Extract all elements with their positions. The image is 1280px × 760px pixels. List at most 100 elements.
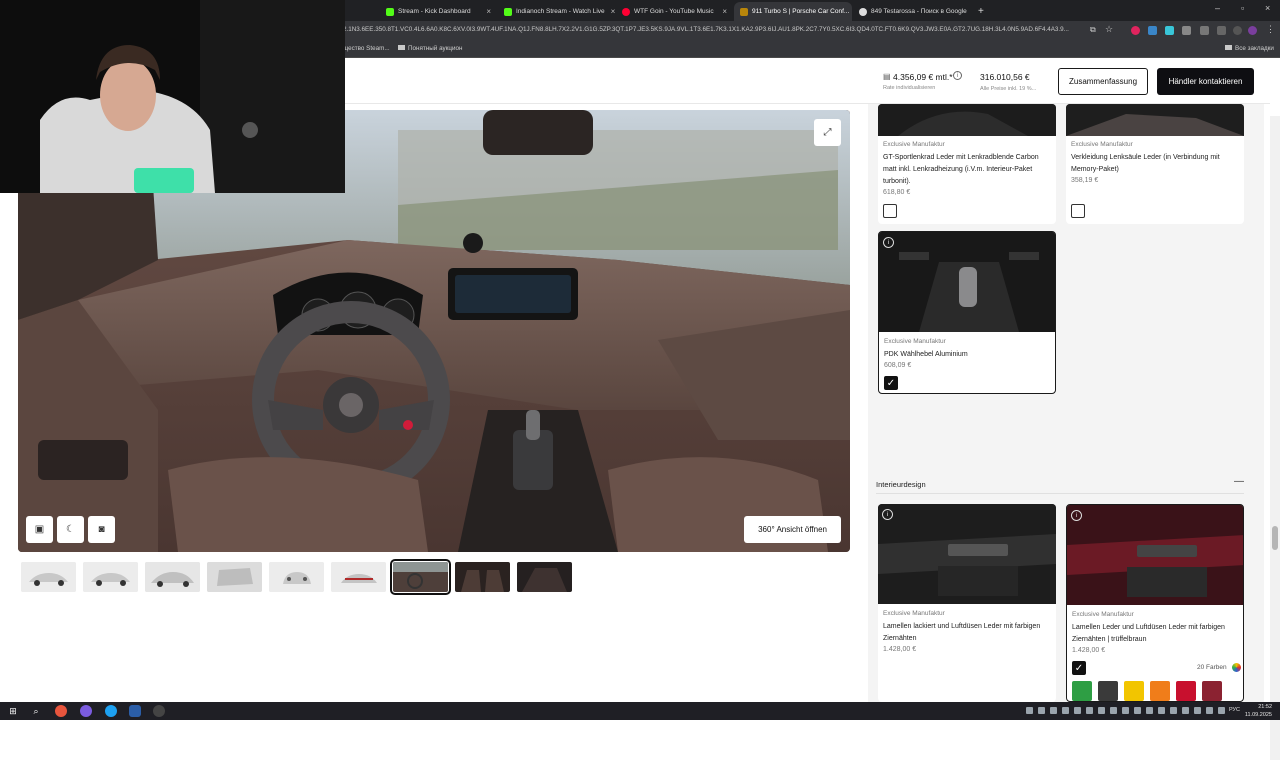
menu-icon[interactable]: ⋮ [1266,24,1275,35]
tray-icon[interactable] [1086,707,1093,714]
contact-dealer-button[interactable]: Händler kontaktieren [1157,68,1254,95]
thumbnail-exterior-2[interactable] [83,562,138,592]
interior-rear-image [517,562,572,592]
tab-indianoch-stream[interactable]: Indianoch Stream - Watch Live × [498,2,615,21]
star-icon[interactable]: ☆ [1105,24,1113,35]
thumbnail-exterior-5[interactable] [269,562,324,592]
expand-icon: ⤢ [823,127,832,138]
wifi-icon[interactable] [1194,707,1201,714]
scrollbar-thumb[interactable] [1272,526,1278,550]
obs-icon[interactable] [153,705,165,717]
night-mode-button[interactable]: ☾ [57,516,84,543]
tab-porsche-configurator[interactable]: 911 Turbo S | Porsche Car Conf... × [734,2,852,21]
close-icon[interactable]: × [849,7,852,16]
thumbnail-exterior-4[interactable] [207,562,262,592]
thumbnail-exterior-1[interactable] [21,562,76,592]
thumbnail-exterior-6[interactable] [331,562,386,592]
open-360-view-button[interactable]: 360° Ansicht öffnen [744,516,841,543]
option-checkbox[interactable] [1071,204,1085,218]
option-price: 618,80 € [883,189,911,196]
color-swatch[interactable] [1202,681,1222,701]
language-indicator[interactable]: РУС [1229,707,1240,713]
app-icon[interactable] [80,705,92,717]
page-scrollbar[interactable] [1270,116,1280,760]
info-icon[interactable]: i [1071,510,1082,521]
tray-icon[interactable] [1158,707,1165,714]
close-icon[interactable]: × [967,7,970,16]
option-card-lamellen-leder[interactable]: i Exclusive Manufaktur Lamellen Leder un… [1066,504,1244,702]
collapse-icon[interactable]: — [1234,476,1244,487]
color-swatch[interactable] [1150,681,1170,701]
tray-icon[interactable] [1110,707,1117,714]
tab-youtube-music[interactable]: WTF Goin - YouTube Music × [616,2,733,21]
fullscreen-button[interactable]: ⤢ [814,119,841,146]
extension-icon[interactable] [1182,26,1191,35]
search-icon[interactable]: ⌕ [30,705,42,717]
tray-icon[interactable] [1146,707,1153,714]
color-swatch[interactable] [1098,681,1118,701]
minimize-icon[interactable]: – [1215,3,1220,13]
info-icon[interactable]: i [953,71,962,80]
close-icon[interactable]: × [605,7,615,16]
tray-icon[interactable] [1038,707,1045,714]
window-close-icon[interactable]: × [1265,3,1270,13]
extension-icon[interactable] [1165,26,1174,35]
tray-icon[interactable] [1050,707,1057,714]
url-field[interactable]: 2.1N3.6EE.350.8T1.VC0.4L6.6A0.K8C.6XV.0I… [343,26,1083,33]
thumbnail-interior-1[interactable] [390,559,451,595]
bookmark-auction[interactable]: Понятный аукцион [398,45,463,52]
tray-icon[interactable] [1122,707,1129,714]
rate-link[interactable]: Rate individualisieren [883,85,935,91]
clock[interactable]: 21:52 11.09.2025 [1245,703,1272,719]
bookmark-steam[interactable]: щество Steam... [343,45,390,52]
new-tab-button[interactable]: + [972,2,988,21]
tray-icon[interactable] [1170,707,1177,714]
info-icon[interactable]: i [883,237,894,248]
option-checkbox[interactable] [883,204,897,218]
option-card-steering-wheel[interactable]: Exclusive Manufaktur GT-Sportlenkrad Led… [878,104,1056,224]
camera-button[interactable]: ◙ [88,516,115,543]
thumbnail-exterior-3[interactable] [145,562,200,592]
close-icon[interactable]: × [716,7,727,16]
option-checkbox-checked[interactable]: ✓ [1072,661,1086,675]
bookmark-label: Все закладки [1235,45,1274,52]
tab-kick-dashboard[interactable]: Stream - Kick Dashboard × [380,2,497,21]
tray-icon[interactable] [1074,707,1081,714]
tab-google-search[interactable]: 849 Testarossa - Поиск в Google × [853,2,970,21]
windows-start-icon[interactable]: ⊞ [7,705,19,717]
summary-button[interactable]: Zusammenfassung [1058,68,1148,95]
tray-icon[interactable] [1134,707,1141,714]
maximize-icon[interactable]: ▫ [1241,3,1244,13]
thumbnail-interior-2[interactable] [455,562,510,592]
color-swatch[interactable] [1072,681,1092,701]
interior-dashboard-image [393,562,448,592]
tray-icon[interactable] [1026,707,1033,714]
tray-icon[interactable] [1098,707,1105,714]
color-wheel-icon[interactable] [1232,663,1241,672]
option-card-steering-column[interactable]: Exclusive Manufaktur Verkleidung Lenksäu… [1066,104,1244,224]
chrome-icon[interactable] [55,705,67,717]
sidebar-icon[interactable] [1233,26,1242,35]
download-icon[interactable] [1217,26,1226,35]
app-icon[interactable] [129,705,141,717]
color-swatch[interactable] [1124,681,1144,701]
tray-icon[interactable] [1182,707,1189,714]
extension-icon[interactable] [1131,26,1140,35]
avatar[interactable] [1248,26,1257,35]
background-toggle-button[interactable]: ▣ [26,516,53,543]
tray-icon[interactable] [1062,707,1069,714]
option-card-pdk-lever[interactable]: i Exclusive Manufaktur PDK Wählhebel Alu… [878,231,1056,394]
close-icon[interactable]: × [480,7,491,16]
translate-icon[interactable]: ⧉ [1090,25,1096,35]
color-swatch[interactable] [1176,681,1196,701]
info-icon[interactable]: i [882,509,893,520]
option-card-lamellen-lackiert[interactable]: i Exclusive Manufaktur Lamellen lackiert… [878,504,1056,702]
thumbnail-interior-3[interactable] [517,562,572,592]
mic-icon[interactable] [1218,707,1225,714]
telegram-icon[interactable] [105,705,117,717]
extensions-puzzle-icon[interactable] [1200,26,1209,35]
all-bookmarks[interactable]: Все закладки [1225,45,1274,52]
option-checkbox-checked[interactable]: ✓ [884,376,898,390]
volume-icon[interactable] [1206,707,1213,714]
extension-icon[interactable] [1148,26,1157,35]
